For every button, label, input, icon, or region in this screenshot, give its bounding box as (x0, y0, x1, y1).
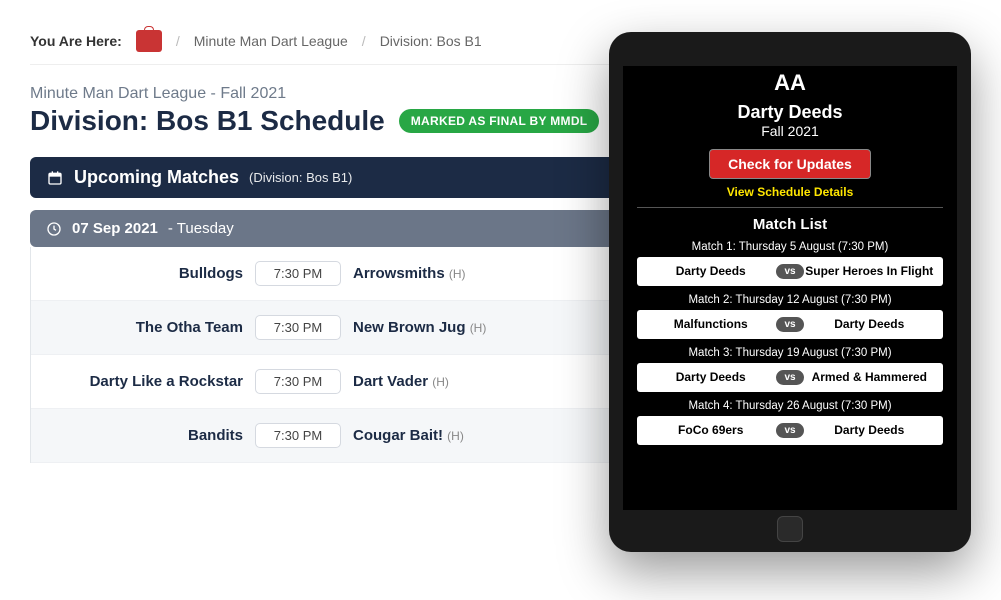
section-heading-sub: (Division: Bos B1) (249, 170, 352, 185)
team-name: Darty Deeds (623, 102, 957, 123)
home-indicator: (H) (432, 375, 449, 389)
match-time: 7:30 PM (255, 315, 341, 340)
match-label: Match 1: Thursday 5 August (7:30 PM) (623, 241, 957, 253)
match-label: Match 2: Thursday 12 August (7:30 PM) (623, 294, 957, 306)
status-badge-final: MARKED AS FINAL BY MMDL (399, 109, 600, 133)
breadcrumb-separator: / (362, 33, 366, 49)
home-indicator: (H) (449, 267, 466, 281)
match-team-left: FoCo 69ers (645, 423, 776, 437)
match-label: Match 3: Thursday 19 August (7:30 PM) (623, 347, 957, 359)
app-title: AA (623, 66, 957, 102)
match-team-left: Darty Deeds (645, 370, 776, 384)
page-title: Division: Bos B1 Schedule (30, 105, 385, 137)
date-value: 07 Sep 2021 (72, 220, 158, 237)
divider (637, 207, 943, 208)
home-indicator: (H) (447, 429, 464, 443)
match-card[interactable]: Malfunctions vs Darty Deeds (637, 310, 943, 339)
vs-badge: vs (776, 264, 803, 279)
check-updates-button[interactable]: Check for Updates (709, 149, 871, 179)
breadcrumb-league[interactable]: Minute Man Dart League (194, 33, 348, 49)
date-day: - Tuesday (168, 220, 234, 237)
match-team-right: Armed & Hammered (804, 370, 935, 384)
match-team-left: Darty Deeds (645, 264, 776, 278)
tablet-screen: AA Darty Deeds Fall 2021 Check for Updat… (623, 66, 957, 510)
home-indicator: (H) (470, 321, 487, 335)
match-card[interactable]: FoCo 69ers vs Darty Deeds (637, 416, 943, 445)
away-team: The Otha Team (43, 319, 243, 336)
match-time: 7:30 PM (255, 423, 341, 448)
season-label: Fall 2021 (623, 123, 957, 139)
breadcrumb-separator: / (176, 33, 180, 49)
match-card[interactable]: Darty Deeds vs Armed & Hammered (637, 363, 943, 392)
match-time: 7:30 PM (255, 369, 341, 394)
match-team-right: Darty Deeds (804, 423, 935, 437)
breadcrumb-division[interactable]: Division: Bos B1 (380, 33, 482, 49)
away-team: Darty Like a Rockstar (43, 373, 243, 390)
match-team-right: Darty Deeds (804, 317, 935, 331)
calendar-icon (46, 170, 64, 186)
match-list-header: Match List (623, 216, 957, 233)
vs-badge: vs (776, 423, 803, 438)
clock-icon (46, 221, 62, 237)
match-card[interactable]: Darty Deeds vs Super Heroes In Flight (637, 257, 943, 286)
view-schedule-details-link[interactable]: View Schedule Details (623, 185, 957, 199)
vs-badge: vs (776, 370, 803, 385)
breadcrumb-label: You Are Here: (30, 33, 122, 49)
tablet-device-frame: AA Darty Deeds Fall 2021 Check for Updat… (609, 32, 971, 552)
away-team: Bulldogs (43, 265, 243, 282)
section-heading-text: Upcoming Matches (74, 167, 239, 188)
tablet-home-button[interactable] (777, 516, 803, 542)
vs-badge: vs (776, 317, 803, 332)
site-logo-icon[interactable] (136, 30, 162, 52)
match-time: 7:30 PM (255, 261, 341, 286)
match-label: Match 4: Thursday 26 August (7:30 PM) (623, 400, 957, 412)
away-team: Bandits (43, 427, 243, 444)
match-team-right: Super Heroes In Flight (804, 264, 935, 278)
match-team-left: Malfunctions (645, 317, 776, 331)
